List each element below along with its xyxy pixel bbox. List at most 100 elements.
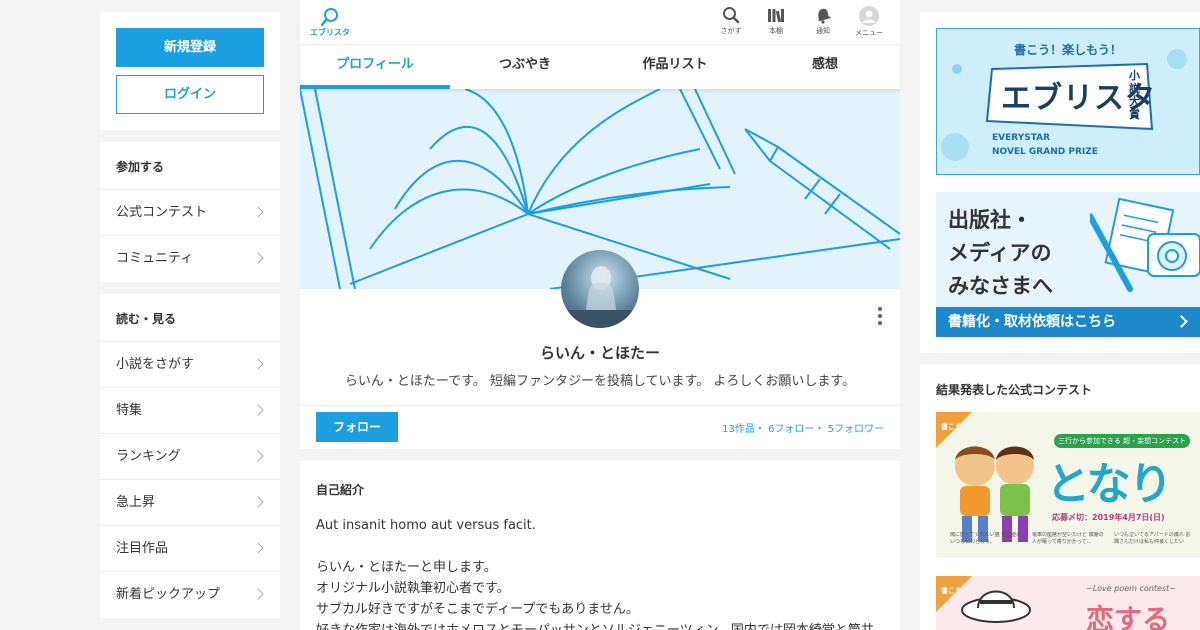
banner1-sub2: NOVEL GRAND PRIZE bbox=[992, 147, 1098, 157]
header-menu-label: メニュー bbox=[855, 29, 883, 37]
profile-description: らいん・とほたーです。 短編ファンタジーを投稿しています。 よろしくお願いします… bbox=[344, 374, 856, 389]
nav-item-search-novels[interactable]: 小説をさがす bbox=[100, 342, 280, 388]
read-section: 読む・見る 小説をさがす 特集 ランキング 急上昇 注目作品 新着ピックアップ bbox=[100, 294, 280, 618]
header-bookshelf[interactable]: 本棚 bbox=[756, 6, 796, 36]
chevron-right-icon bbox=[252, 252, 264, 264]
main-column: エブリスタ さがす 本棚 通知 メニュー プロフィール つぶやき 作品リスト 感… bbox=[300, 0, 900, 630]
bell-icon bbox=[818, 8, 832, 24]
separator: ・ bbox=[814, 424, 825, 435]
chevron-right-icon bbox=[1175, 315, 1188, 328]
follow-bar: フォロー 13作品・ 6フォロー・ 5フォロワー bbox=[300, 405, 900, 449]
banner2-line2: メディアの bbox=[948, 241, 1052, 265]
hat-illustration bbox=[961, 590, 1031, 623]
logo-label: エブリスタ bbox=[310, 28, 350, 37]
chevron-right-icon bbox=[252, 588, 264, 600]
chevron-right-icon bbox=[252, 542, 264, 554]
contest1-note: 電車の座席が空いたけど 隣席の人が眠って寄りかかって… bbox=[1032, 532, 1104, 545]
follow-button[interactable]: フォロー bbox=[316, 412, 398, 442]
nav-item-contest[interactable]: 公式コンテスト bbox=[100, 190, 280, 236]
contest2-title: 恋する bbox=[1086, 603, 1171, 630]
profile-counts: 13作品・ 6フォロー・ 5フォロワー bbox=[722, 420, 884, 435]
nav-label: 注目作品 bbox=[116, 541, 169, 556]
register-button[interactable]: 新規登録 bbox=[116, 28, 264, 67]
bookshelf-icon bbox=[768, 9, 784, 23]
logo-icon bbox=[320, 8, 338, 27]
nav-label: 公式コンテスト bbox=[116, 205, 208, 220]
more-options-icon[interactable] bbox=[878, 307, 882, 328]
banner1-badge: 小説大賞 bbox=[1129, 69, 1140, 121]
header-bookshelf-label: 本棚 bbox=[769, 27, 783, 35]
top-header: エブリスタ さがす 本棚 通知 メニュー bbox=[300, 0, 900, 45]
intro-line: Aut insanit homo aut versus facit. bbox=[316, 518, 536, 533]
tab-profile[interactable]: プロフィール bbox=[300, 45, 450, 89]
banner-card: 書こう！楽しもう！ エブリスタ 小説大賞 EVERYSTAR NOVEL GRA… bbox=[920, 12, 1200, 353]
following-count-link[interactable]: 6フォロー bbox=[768, 424, 814, 435]
tab-works[interactable]: 作品リスト bbox=[600, 45, 750, 89]
avatar[interactable] bbox=[561, 250, 639, 328]
left-sidebar: 新規登録 ログイン 参加する 公式コンテスト コミュニティ 読む・見る 小説をさ… bbox=[100, 12, 280, 630]
chevron-right-icon bbox=[252, 450, 264, 462]
chevron-right-icon bbox=[252, 404, 264, 416]
separator: ・ bbox=[754, 424, 765, 435]
nav-label: 急上昇 bbox=[116, 495, 156, 510]
profile-tabs: プロフィール つぶやき 作品リスト 感想 bbox=[300, 45, 900, 89]
nav-item-ranking[interactable]: ランキング bbox=[100, 434, 280, 480]
contest1-note: 隣に座ってくれない猫 学習塾はいつも私のとなり。 bbox=[950, 532, 1022, 545]
nav-item-new-picks[interactable]: 新着ピックアップ bbox=[100, 572, 280, 618]
self-introduction-title: 自己紹介 bbox=[316, 483, 365, 497]
nav-item-trending[interactable]: 急上昇 bbox=[100, 480, 280, 526]
contest1-tag: 三行から参加できる 超・妄想コンテスト bbox=[1054, 434, 1191, 448]
intro-line: 好きな作家は海外ではホメロスとモーパッサンとソルジェニーツィン。国内では岡本綺堂… bbox=[316, 620, 884, 630]
contest-banner-love-poem[interactable]: 書こう! ~Love poem contest~ 恋する bbox=[936, 576, 1200, 630]
nav-item-featured-works[interactable]: 注目作品 bbox=[100, 526, 280, 572]
nav-label: コミュニティ bbox=[116, 251, 194, 266]
header-menu[interactable]: メニュー bbox=[849, 6, 889, 38]
join-section-title: 参加する bbox=[100, 142, 280, 190]
auth-card: 新規登録 ログイン bbox=[100, 12, 280, 130]
nav-label: ランキング bbox=[116, 449, 181, 464]
banner1-headline: 書こう！楽しもう！ bbox=[1014, 43, 1122, 57]
contest2-subtitle: ~Love poem contest~ bbox=[1086, 584, 1176, 593]
contest1-note: いつも泣いてるアパートの隣人 お隣さんだけは私も仲良くしたい bbox=[1114, 532, 1191, 545]
followers-count-link[interactable]: 5フォロワー bbox=[828, 424, 884, 435]
nav-item-community[interactable]: コミュニティ bbox=[100, 236, 280, 282]
contest1-title: となり bbox=[1046, 459, 1173, 510]
header-search[interactable]: さがす bbox=[711, 6, 751, 36]
chevron-right-icon bbox=[252, 358, 264, 370]
banner2-line1: 出版社・ bbox=[948, 208, 1032, 232]
nav-label: 小説をさがす bbox=[116, 357, 195, 372]
header-notifications[interactable]: 通知 bbox=[803, 6, 843, 36]
novel-grand-prize-banner[interactable]: 書こう！楽しもう！ エブリスタ 小説大賞 EVERYSTAR NOVEL GRA… bbox=[936, 28, 1200, 175]
banner2-line3: みなさまへ bbox=[948, 274, 1053, 298]
avatar-image bbox=[561, 266, 639, 328]
contest1-deadline: 応募〆切：2019年4月7日(日) bbox=[1052, 513, 1165, 522]
header-search-label: さがす bbox=[720, 27, 742, 35]
read-section-title: 読む・見る bbox=[100, 294, 280, 342]
site-logo[interactable]: エブリスタ bbox=[309, 7, 351, 38]
tab-tweets[interactable]: つぶやき bbox=[450, 45, 600, 89]
search-icon bbox=[723, 7, 740, 24]
profile-name: らいん・とほたー bbox=[539, 344, 660, 362]
intro-line: サブカル好きですがそこまでディープでもありません。 bbox=[316, 602, 639, 617]
publisher-media-banner[interactable]: 出版社・ メディアの みなさまへ 書籍化・取材依頼はこちら bbox=[936, 192, 1200, 337]
tab-reviews[interactable]: 感想 bbox=[750, 45, 900, 89]
banner1-sub1: EVERYSTAR bbox=[992, 133, 1051, 143]
intro-line: オリジナル小説執筆初心者です。 bbox=[316, 581, 510, 596]
user-icon bbox=[859, 6, 879, 26]
intro-line bbox=[316, 536, 884, 557]
header-notifications-label: 通知 bbox=[816, 27, 830, 35]
chevron-right-icon bbox=[252, 496, 264, 508]
contest-banner-tonari[interactable]: 書こう! 三行から参加できる 超・妄想コンテスト となり 応募〆切：2019年4… bbox=[936, 412, 1200, 558]
join-section: 参加する 公式コンテスト コミュニティ bbox=[100, 142, 280, 282]
camera-notebook-illustration bbox=[1090, 197, 1200, 292]
banner2-strip: 書籍化・取材依頼はこちら bbox=[936, 307, 1200, 337]
self-introduction: 自己紹介 Aut insanit homo aut versus facit. … bbox=[300, 461, 900, 630]
chevron-right-icon bbox=[252, 206, 264, 218]
nav-label: 新着ピックアップ bbox=[116, 587, 221, 602]
login-button[interactable]: ログイン bbox=[116, 75, 264, 114]
works-count-link[interactable]: 13作品 bbox=[722, 424, 755, 435]
intro-line: らいん・とほたーと申します。 bbox=[316, 560, 497, 575]
banner2-strip-label: 書籍化・取材依頼はこちら bbox=[948, 314, 1116, 330]
nav-item-features[interactable]: 特集 bbox=[100, 388, 280, 434]
profile-card: らいん・とほたー らいん・とほたーです。 短編ファンタジーを投稿しています。 よ… bbox=[300, 250, 900, 405]
